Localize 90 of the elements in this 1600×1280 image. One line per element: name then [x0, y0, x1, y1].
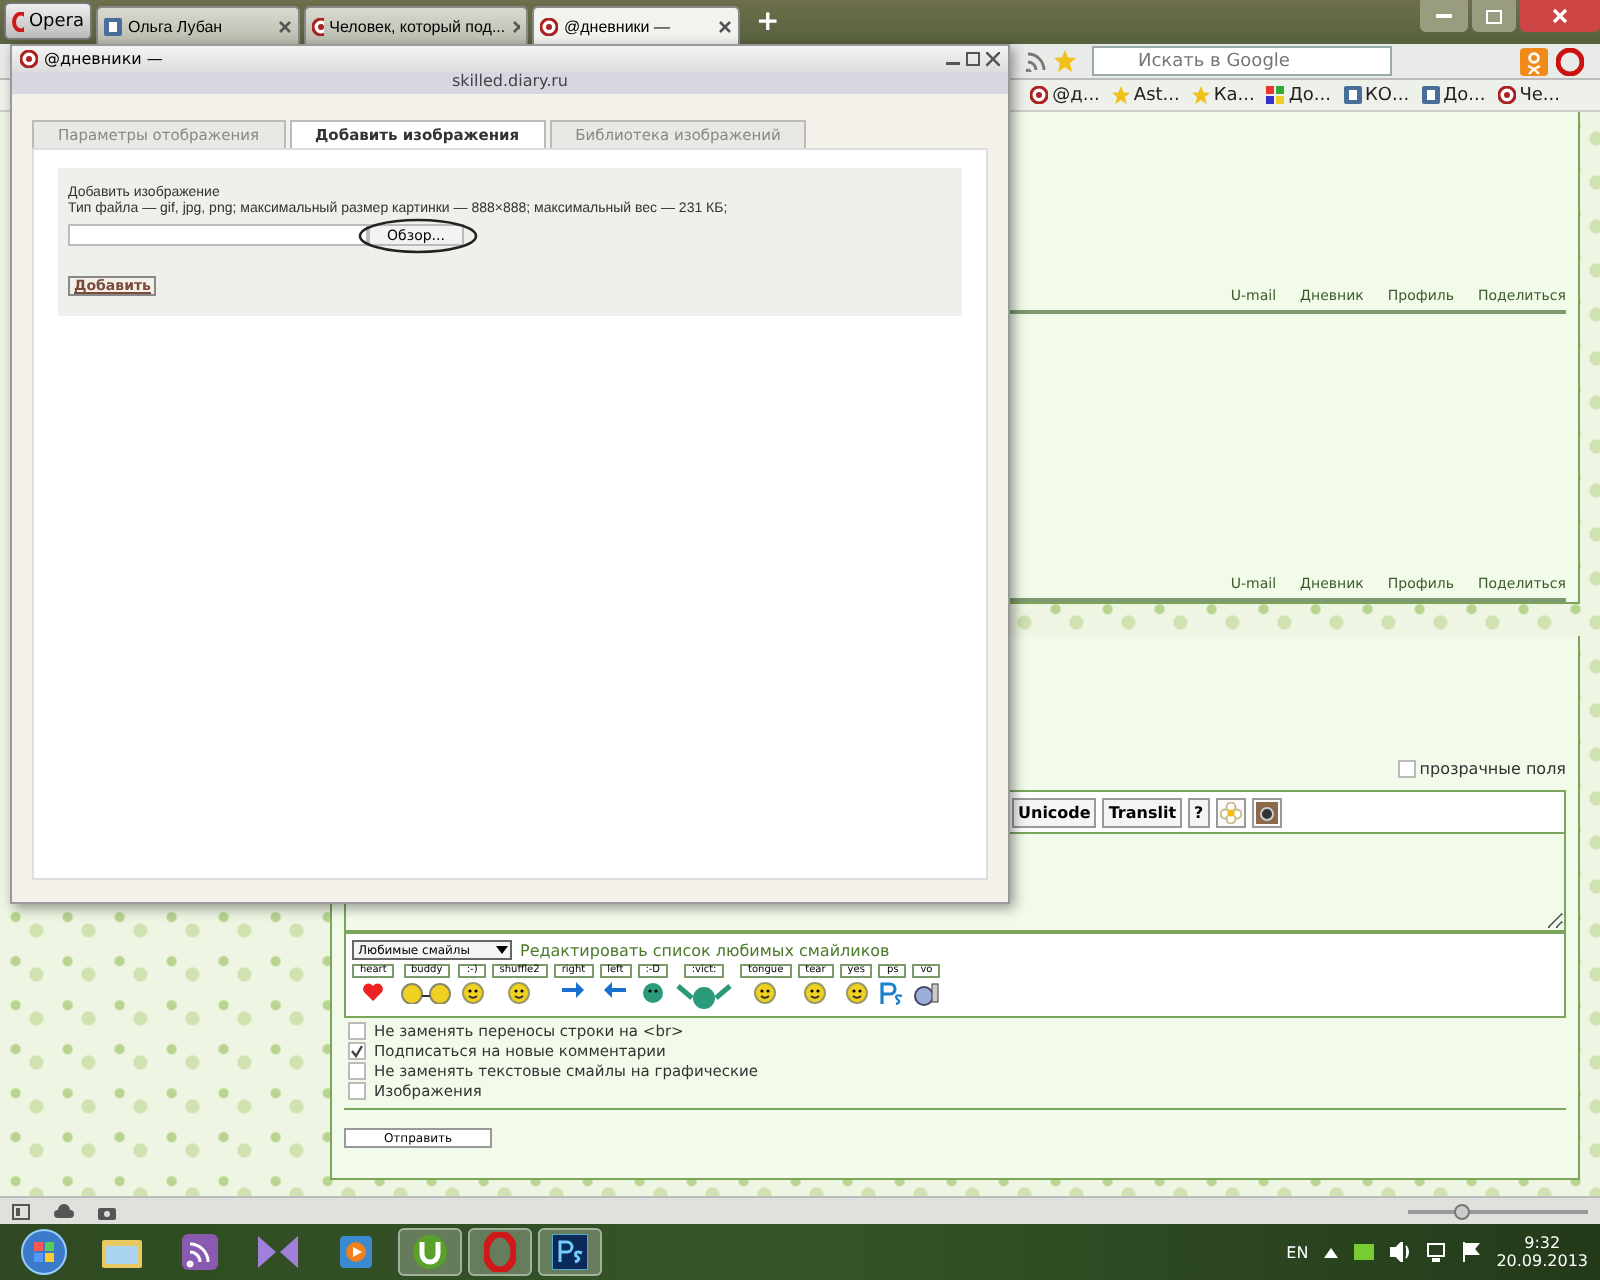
photoshop-icon[interactable]	[552, 1234, 588, 1270]
search-field[interactable]: Искать в Google	[1092, 46, 1392, 76]
vk-icon	[104, 17, 122, 35]
camera-icon[interactable]	[98, 1203, 116, 1219]
smiley-icon	[508, 982, 531, 1004]
browser-tab[interactable]: Ольга Лубан	[96, 6, 300, 44]
bookmark-link[interactable]: Че...	[1497, 85, 1560, 105]
new-tab-button[interactable]: +	[756, 6, 780, 38]
victory-smiley-icon	[674, 982, 735, 1010]
network-icon[interactable]	[1426, 1242, 1447, 1262]
feed-icon[interactable]	[182, 1234, 218, 1270]
arrow-right-icon	[562, 982, 585, 998]
language-indicator[interactable]: EN	[1286, 1243, 1309, 1261]
bookmark-label: До...	[1443, 85, 1486, 105]
option-checkbox[interactable]	[348, 1042, 366, 1060]
star-icon	[1191, 86, 1210, 104]
bookmark-label: Ка...	[1213, 85, 1255, 105]
laughing-smiley-icon	[641, 982, 664, 1004]
rss-icon[interactable]	[1026, 51, 1046, 71]
heart-icon	[362, 982, 385, 1002]
bookmark-link[interactable]: @д...	[1030, 85, 1100, 105]
smiley-icon	[754, 982, 777, 1004]
diary-icon	[1030, 86, 1049, 104]
bookmark-label: Ast...	[1133, 85, 1180, 105]
arrow-left-icon	[604, 982, 627, 998]
bookmark-label: До...	[1288, 85, 1332, 105]
close-button[interactable]	[986, 52, 1000, 66]
slider-thumb[interactable]	[1454, 1203, 1470, 1219]
diary-icon	[20, 50, 38, 68]
opera-icon[interactable]	[1556, 47, 1584, 75]
diary-icon	[1497, 86, 1516, 104]
toolbar-button[interactable]: Unicode	[1012, 797, 1097, 827]
diary-icon	[312, 17, 324, 35]
star-icon[interactable]	[1054, 50, 1076, 72]
popup-url: skilled.diary.ru	[12, 72, 1008, 94]
file-path-field[interactable]	[68, 224, 368, 246]
browser-tab[interactable]: Человек, который под...	[304, 6, 528, 44]
transparent-checkbox[interactable]	[1397, 760, 1416, 778]
vk-icon	[1343, 86, 1362, 104]
minimize-icon	[1436, 13, 1452, 19]
bookmark-label: @д...	[1052, 85, 1100, 105]
volume-icon[interactable]	[1390, 1242, 1411, 1262]
bookmark-link[interactable]: Ast...	[1111, 85, 1180, 105]
camera-button[interactable]	[1251, 797, 1282, 827]
cloud-icon[interactable]	[54, 1204, 74, 1218]
edit-smileys-link[interactable]: Редактировать список любимых смайликов	[520, 941, 890, 959]
show-hidden-icons-arrow[interactable]	[1324, 1247, 1339, 1257]
checkbox-label: прозрачные поля	[1419, 760, 1566, 778]
opera-menu-button[interactable]: Opera	[4, 2, 92, 40]
option-checkbox[interactable]	[348, 1062, 366, 1080]
start-button[interactable]	[20, 1228, 68, 1276]
toolbar-button[interactable]: Translit	[1102, 797, 1183, 827]
bookmark-link[interactable]: КО...	[1343, 85, 1410, 105]
caret-icon	[494, 942, 510, 958]
puzzle-icon	[1266, 86, 1285, 104]
bowtie-icon[interactable]	[258, 1236, 298, 1268]
clock[interactable]: 9:32 20.09.2013	[1496, 1234, 1588, 1270]
gpu-icon[interactable]	[1354, 1244, 1375, 1260]
star-icon	[1111, 86, 1130, 104]
opera-logo-icon	[12, 11, 25, 31]
bookmark-label: Че...	[1519, 85, 1560, 105]
smiley-pair-icon	[400, 982, 453, 1004]
panel-icon[interactable]	[12, 1203, 30, 1219]
ellipse-annotation	[356, 218, 480, 254]
smiley-icon	[804, 982, 827, 1004]
maximize-button[interactable]	[966, 52, 980, 66]
torrent-icon[interactable]	[412, 1234, 448, 1270]
bookmark-link[interactable]: До...	[1266, 85, 1332, 105]
folder-icon[interactable]	[102, 1236, 142, 1268]
bookmark-link[interactable]: До...	[1421, 85, 1486, 105]
media-player-icon[interactable]	[340, 1236, 372, 1268]
ps-icon	[880, 982, 905, 1006]
minimize-button[interactable]	[1420, 0, 1468, 32]
thumbs-up-smiley-icon	[912, 982, 941, 1006]
flag-icon[interactable]	[1462, 1242, 1481, 1262]
maximize-icon	[1486, 9, 1502, 23]
bookmark-link[interactable]: Ка...	[1191, 85, 1255, 105]
smiley-icon	[845, 982, 868, 1004]
option-checkbox[interactable]	[348, 1022, 366, 1040]
odnoklassniki-icon[interactable]	[1520, 47, 1548, 75]
option-checkbox[interactable]	[348, 1082, 366, 1100]
smiley-icon	[461, 982, 484, 1004]
browser-tab[interactable]: @дневники —	[532, 6, 740, 44]
diary-icon	[540, 17, 558, 35]
maximize-button[interactable]	[1472, 0, 1516, 32]
bookmark-label: КО...	[1365, 85, 1410, 105]
close-button[interactable]	[1520, 0, 1600, 32]
toolbar-button[interactable]: ?	[1188, 797, 1210, 827]
popup-title: @дневники —	[44, 50, 163, 68]
vk-icon	[1421, 86, 1440, 104]
